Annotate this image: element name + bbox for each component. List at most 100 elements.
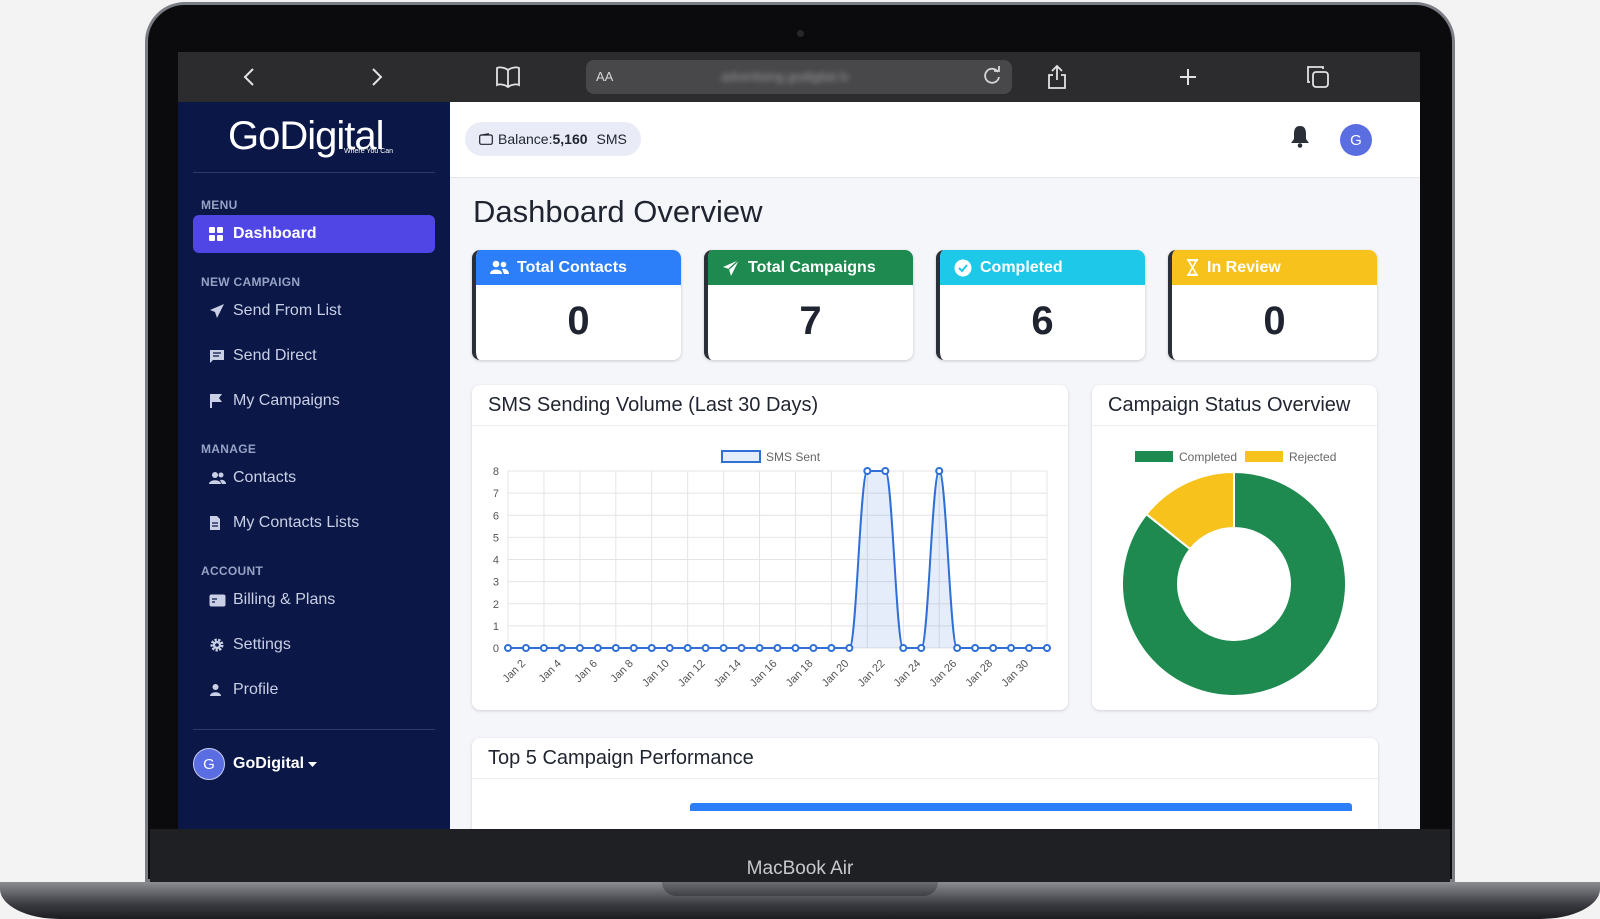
data-point (719, 644, 728, 652)
data-point (935, 467, 944, 475)
x-tick-label: Jan 20 (820, 658, 852, 690)
data-point (755, 644, 764, 652)
x-tick-label: Jan 2 (501, 658, 529, 686)
back-icon[interactable] (236, 64, 262, 90)
sidebar-item-label: Dashboard (233, 225, 317, 242)
campaign-status-panel: Campaign Status Overview Completed Reject… (1092, 385, 1377, 710)
tabs-icon[interactable] (1305, 64, 1331, 90)
sidebar-item-send-from-list[interactable]: Send From List (193, 292, 435, 330)
section-manage: MANAGE (201, 442, 257, 456)
wallet-icon (479, 133, 493, 145)
x-tick-label: Jan 16 (748, 658, 780, 690)
x-tick-label: Jan 18 (784, 658, 816, 690)
sms-volume-panel: SMS Sending Volume (Last 30 Days) SMS Se… (472, 385, 1068, 710)
data-point (539, 644, 548, 652)
users-icon (209, 471, 231, 485)
y-tick-label: 6 (493, 510, 499, 522)
device-label: MacBook Air (746, 858, 854, 879)
browser-toolbar: AA advertising.godigital.lv (178, 52, 1420, 102)
user-icon (209, 683, 231, 697)
x-tick-label: Jan 26 (927, 658, 959, 690)
stat-label: Total Contacts (517, 258, 627, 276)
data-point (881, 467, 890, 475)
legend-label: Rejected (1289, 450, 1336, 464)
y-tick-label: 0 (493, 643, 499, 655)
stat-value: 6 (1031, 299, 1054, 343)
legend-label: Completed (1179, 450, 1237, 464)
y-tick-label: 2 (493, 599, 499, 611)
chart-legend: SMS Sent (721, 450, 821, 464)
x-tick-label: Jan 24 (892, 658, 924, 690)
x-tick-label: Jan 6 (572, 658, 600, 686)
legend-swatch (1135, 451, 1173, 462)
sidebar-item-my-contacts-lists[interactable]: My Contacts Lists (193, 504, 435, 542)
message-icon (209, 348, 231, 364)
data-point (647, 644, 656, 652)
stat-header: Total Contacts (476, 250, 681, 285)
sidebar-item-label: Send From List (233, 302, 342, 319)
x-tick-label: Jan 4 (536, 658, 564, 686)
stat-value: 0 (567, 299, 590, 343)
avatar[interactable]: G (1340, 124, 1372, 156)
campaign-status-chart: Completed Rejected (1121, 450, 1347, 697)
new-tab-icon[interactable] (1175, 64, 1201, 90)
sidebar-item-contacts[interactable]: Contacts (193, 459, 435, 497)
legend-item: Rejected (1245, 450, 1336, 464)
forward-icon[interactable] (364, 64, 390, 90)
users-icon (490, 260, 509, 275)
y-tick-label: 5 (493, 532, 499, 544)
x-tick-label: Jan 28 (963, 658, 995, 690)
laptop-notch (662, 882, 938, 896)
panel-title: Top 5 Campaign Performance (472, 738, 1378, 779)
sidebar-item-label: Profile (233, 681, 279, 698)
data-point (665, 644, 674, 652)
data-point (593, 644, 602, 652)
user-menu[interactable]: G GoDigital (193, 748, 318, 780)
sidebar-item-profile[interactable]: Profile (193, 671, 435, 709)
balance-label: Balance: (498, 131, 553, 147)
data-point (791, 644, 800, 652)
table-header-bar (690, 803, 1352, 811)
camera (797, 30, 804, 37)
stat-value: 0 (1263, 299, 1286, 343)
sms-volume-chart: SMS Sent012345678Jan 2 Jan 4 Jan 6 Jan 8 Jan… (493, 450, 1051, 690)
check-circle-icon (954, 259, 972, 277)
address-bar[interactable]: AA advertising.godigital.lv (586, 60, 1012, 94)
data-point (863, 467, 872, 475)
top-campaigns-panel: Top 5 Campaign Performance (472, 738, 1378, 829)
data-point (521, 644, 530, 652)
bookmarks-icon[interactable] (495, 64, 521, 90)
paper-plane-icon (209, 303, 231, 319)
balance-unit: SMS (596, 131, 627, 147)
sidebar-item-my-campaigns[interactable]: My Campaigns (193, 382, 435, 420)
section-account: ACCOUNT (201, 564, 264, 578)
billing-icon (209, 594, 231, 607)
bell-icon[interactable] (1290, 124, 1310, 153)
sidebar-item-label: Contacts (233, 469, 297, 486)
data-point (701, 644, 710, 652)
reader-aa[interactable]: AA (596, 69, 613, 84)
sidebar-item-billing-plans[interactable]: Billing & Plans (193, 581, 435, 619)
data-point (953, 644, 962, 652)
y-tick-label: 3 (493, 577, 499, 589)
grid-icon (209, 227, 231, 241)
top-bar: Balance: 5,160 SMS G (450, 102, 1420, 178)
sidebar-item-dashboard[interactable]: Dashboard (193, 215, 435, 253)
panel-title: SMS Sending Volume (Last 30 Days) (472, 385, 1068, 426)
flag-icon (209, 393, 231, 409)
sidebar-item-label: Billing & Plans (233, 591, 336, 608)
data-point (845, 644, 854, 652)
sidebar-item-settings[interactable]: Settings (193, 626, 435, 664)
avatar: G (193, 748, 225, 780)
reload-icon[interactable] (982, 65, 1002, 93)
sidebar-divider (193, 172, 435, 173)
x-tick-label: Jan 14 (712, 658, 744, 690)
share-icon[interactable] (1044, 64, 1070, 90)
sidebar-item-label: Settings (233, 636, 291, 653)
data-point (557, 644, 566, 652)
sidebar-item-send-direct[interactable]: Send Direct (193, 337, 435, 375)
data-point (971, 644, 980, 652)
legend-swatch (1245, 451, 1283, 462)
data-point (899, 644, 908, 652)
stat-label: Total Campaigns (748, 258, 876, 276)
